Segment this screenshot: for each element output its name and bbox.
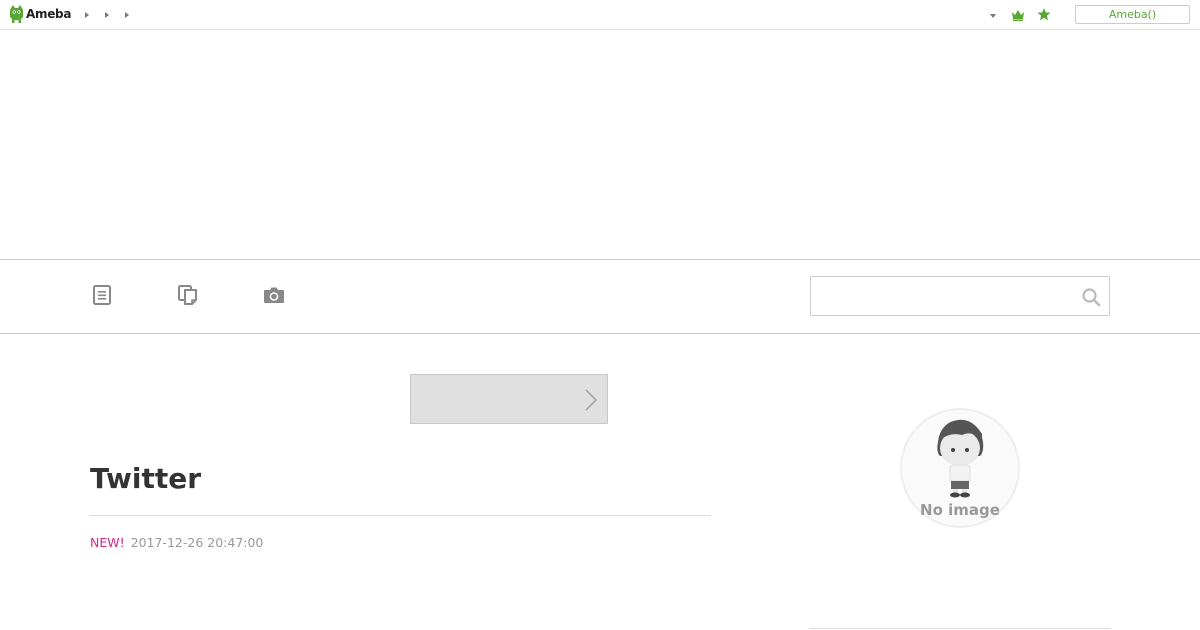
archive-icon[interactable] bbox=[177, 284, 199, 306]
global-header: Ameba Ameba() bbox=[0, 0, 1200, 30]
ameba-logo[interactable]: Ameba bbox=[9, 5, 71, 23]
chevron-right-icon bbox=[585, 389, 597, 411]
camera-icon[interactable] bbox=[263, 284, 285, 306]
no-image-avatar-icon: No image bbox=[900, 408, 1020, 528]
blog-search-box bbox=[810, 276, 1110, 316]
ameba-account-button[interactable]: Ameba() bbox=[1075, 5, 1190, 24]
sidebar-divider bbox=[810, 628, 1110, 629]
search-icon[interactable] bbox=[1081, 287, 1101, 307]
prev-entry-button[interactable] bbox=[410, 374, 608, 424]
new-badge: NEW! bbox=[90, 535, 125, 550]
no-image-text: No image bbox=[920, 501, 1000, 519]
entry-date: 2017-12-26 20:47:00 bbox=[130, 535, 264, 550]
breadcrumb-arrow-icon[interactable] bbox=[84, 10, 90, 20]
blog-nav bbox=[0, 259, 1200, 334]
entry-title[interactable]: Twitter bbox=[90, 462, 201, 495]
header-actions: Ameba() bbox=[989, 5, 1190, 24]
crown-icon[interactable] bbox=[1011, 9, 1025, 21]
star-icon[interactable] bbox=[1037, 8, 1051, 21]
title-divider bbox=[90, 515, 711, 516]
breadcrumb-arrow-icon[interactable] bbox=[104, 10, 110, 20]
entry-meta: NEW! 2017-12-26 20:47:00 bbox=[90, 535, 263, 550]
logo-text: Ameba bbox=[26, 7, 72, 21]
search-input[interactable] bbox=[819, 285, 1069, 307]
breadcrumb bbox=[84, 10, 130, 20]
breadcrumb-arrow-icon[interactable] bbox=[124, 10, 130, 20]
ad-area bbox=[0, 31, 1200, 259]
ameba-logo-icon bbox=[10, 5, 23, 23]
entry-list-icon[interactable] bbox=[91, 284, 113, 306]
dropdown-arrow-icon[interactable] bbox=[989, 12, 997, 20]
profile-avatar[interactable]: No image bbox=[900, 408, 1020, 528]
